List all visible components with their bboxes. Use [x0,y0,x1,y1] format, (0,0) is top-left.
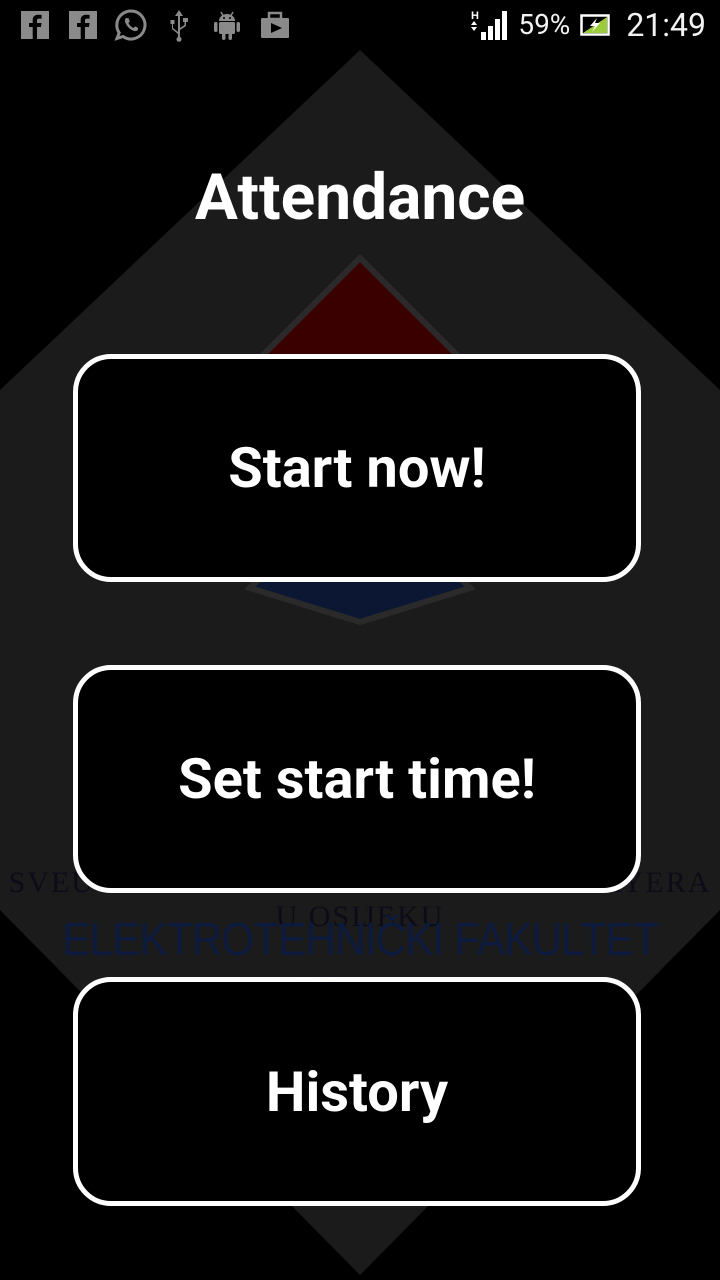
signal-icon: H [470,8,510,42]
system-indicators: H 59% 21:49 [470,6,706,44]
set-start-time-button[interactable]: Set start time! [73,665,641,893]
history-button[interactable]: History [73,977,641,1206]
android-icon [210,8,244,42]
page-title: Attendance [194,160,526,235]
svg-text:H: H [471,10,479,22]
usb-icon [162,8,196,42]
set-start-time-label: Set start time! [178,746,536,812]
briefcase-icon [258,8,292,42]
clock: 21:49 [626,6,706,44]
start-now-label: Start now! [228,435,486,501]
status-bar: H 59% 21:49 [0,0,720,50]
battery-icon [578,8,612,42]
history-label: History [265,1058,449,1125]
start-now-button[interactable]: Start now! [73,354,641,582]
facebook-icon [18,8,52,42]
whatsapp-icon [114,8,148,42]
battery-percentage: 59% [518,8,571,41]
notification-icons [18,8,292,42]
facebook-icon [66,8,100,42]
app-screen: H 59% 21:49 SVEUČILIŠTE JOSIPA JURJA STR… [0,0,720,1280]
